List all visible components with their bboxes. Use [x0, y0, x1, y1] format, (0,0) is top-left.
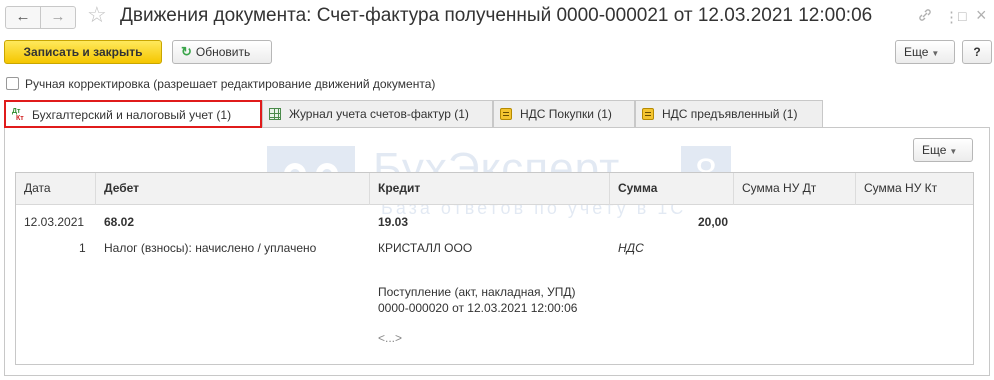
cell-credit-subconto1: КРИСТАЛЛ ООО [378, 241, 473, 255]
manual-correction-checkbox[interactable] [6, 77, 19, 90]
column-credit[interactable]: Кредит [370, 173, 610, 205]
tab-panel: БухЭксперт 8 База ответов по учёту в 1С … [4, 127, 990, 376]
cell-credit-account: 19.03 [378, 215, 409, 229]
command-bar: Записать и закрыть ↻ Обновить Еще ▼ ? [0, 38, 994, 68]
cell-debit-subconto: Налог (взносы): начислено / уплачено [104, 241, 317, 255]
cell-row-number: 1 [79, 241, 86, 255]
column-amount-tax-dt[interactable]: Сумма НУ Дт [734, 173, 856, 205]
manual-correction-row[interactable]: Ручная корректировка (разрешает редактир… [6, 77, 435, 91]
tab-vat-purchases[interactable]: НДС Покупки (1) [493, 100, 635, 128]
manual-correction-label: Ручная корректировка (разрешает редактир… [25, 77, 436, 91]
link-icon[interactable] [918, 8, 932, 26]
save-and-close-button[interactable]: Записать и закрыть [4, 40, 162, 64]
cell-amount-content: НДС [618, 241, 644, 255]
more-label: Еще [922, 143, 947, 157]
column-date[interactable]: Дата [16, 173, 96, 205]
column-debit[interactable]: Дебет [96, 173, 370, 205]
movements-table[interactable]: Дата Дебет Кредит Сумма Сумма НУ Дт Сумм… [15, 172, 974, 365]
cell-debit-account: 68.02 [104, 215, 135, 229]
register-icon [500, 108, 512, 120]
cell-credit-subconto2: Поступление (акт, накладная, УПД) [378, 285, 576, 299]
grid-icon [269, 108, 281, 120]
cell-credit-subconto2-doc: 0000-000020 от 12.03.2021 12:00:06 [378, 301, 578, 315]
window-title: Движения документа: Счет-фактура получен… [120, 5, 873, 26]
refresh-button[interactable]: ↻ Обновить [172, 40, 272, 64]
favorite-star-icon[interactable]: ☆ [87, 2, 107, 28]
back-button[interactable]: ← [5, 6, 41, 29]
cell-date: 12.03.2021 [24, 215, 85, 229]
more-label: Еще [904, 45, 929, 59]
tab-vat-presented[interactable]: НДС предъявленный (1) [635, 100, 823, 128]
maximize-icon[interactable]: □ [958, 8, 966, 24]
cell-amount: 20,00 [698, 215, 729, 229]
forward-button[interactable]: → [40, 6, 76, 29]
tab-label: Бухгалтерский и налоговый учет (1) [32, 108, 232, 122]
column-amount[interactable]: Сумма [610, 173, 734, 205]
column-amount-tax-kt[interactable]: Сумма НУ Кт [856, 173, 973, 205]
close-icon[interactable]: × [976, 5, 987, 26]
title-bar: ← → ☆ Движения документа: Счет-фактура п… [0, 0, 994, 36]
refresh-icon: ↻ [181, 44, 192, 59]
tab-accounting[interactable]: Дт Кт Бухгалтерский и налоговый учет (1) [4, 100, 262, 128]
tab-label: НДС Покупки (1) [520, 107, 612, 121]
table-header: Дата Дебет Кредит Сумма Сумма НУ Дт Сумм… [16, 173, 973, 205]
tab-invoice-journal[interactable]: Журнал учета счетов-фактур (1) [262, 100, 493, 128]
panel-more-button[interactable]: Еще ▼ [913, 138, 973, 162]
chevron-down-icon: ▼ [931, 49, 940, 58]
chevron-down-icon: ▼ [949, 147, 958, 156]
tab-label: НДС предъявленный (1) [662, 107, 798, 121]
help-button[interactable]: ? [962, 40, 992, 64]
cell-credit-subconto3: <...> [378, 331, 403, 345]
refresh-label: Обновить [195, 45, 251, 59]
register-tabs: Дт Кт Бухгалтерский и налоговый учет (1) … [4, 100, 994, 128]
register-icon [642, 108, 654, 120]
tab-label: Журнал учета счетов-фактур (1) [289, 107, 469, 121]
dt-kt-icon: Дт Кт [12, 108, 24, 122]
menu-icon[interactable]: ⋮ [944, 8, 959, 26]
more-button[interactable]: Еще ▼ [895, 40, 955, 64]
